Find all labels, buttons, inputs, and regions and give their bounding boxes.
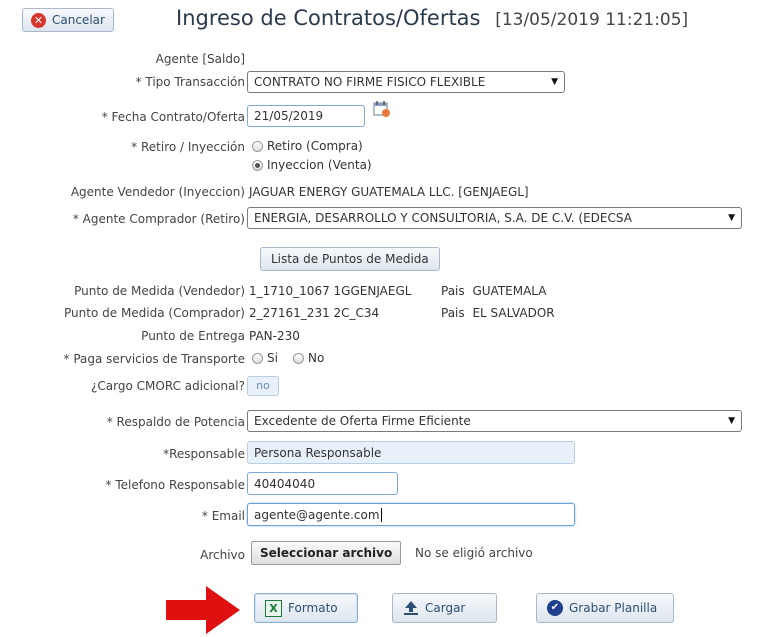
tipo-transaccion-select[interactable]: CONTRATO NO FIRME FISICO FLEXIBLE ▼ bbox=[247, 71, 565, 93]
punto-entrega-value: PAN-230 bbox=[249, 329, 300, 343]
text-cursor bbox=[380, 507, 382, 522]
punto-comprador-value: 2_27161_231 2C_C34 bbox=[249, 306, 380, 320]
cancel-button[interactable]: ✕ Cancelar bbox=[22, 8, 114, 32]
respaldo-select[interactable]: Excedente de Oferta Firme Eficiente ▼ bbox=[247, 410, 742, 432]
pais-comprador: Pais EL SALVADOR bbox=[441, 306, 555, 320]
file-status: No se eligió archivo bbox=[415, 546, 533, 560]
punto-vendedor-value: 1_1710_1067 1GGENJAEGL bbox=[249, 284, 412, 298]
excel-icon: X bbox=[265, 599, 282, 617]
email-input[interactable]: agente@agente.com bbox=[247, 503, 575, 526]
responsable-label: *Responsable bbox=[163, 447, 245, 461]
agente-saldo-label: Agente [Saldo] bbox=[155, 52, 245, 66]
radio-retiro[interactable]: Retiro (Compra) bbox=[252, 139, 363, 153]
cancel-icon: ✕ bbox=[31, 12, 46, 28]
cancel-label: Cancelar bbox=[52, 13, 105, 27]
check-circle-icon: ✔ bbox=[547, 600, 563, 616]
retiro-inyeccion-label: * Retiro / Inyección bbox=[131, 140, 245, 154]
email-label: * Email bbox=[201, 509, 245, 523]
chevron-down-icon: ▼ bbox=[728, 416, 735, 426]
file-select-button[interactable]: Seleccionar archivo bbox=[251, 541, 402, 565]
calendar-icon[interactable] bbox=[373, 100, 391, 118]
responsable-input[interactable]: Persona Responsable bbox=[247, 441, 575, 464]
radio-icon bbox=[293, 353, 304, 364]
red-arrow-icon bbox=[164, 586, 242, 634]
chevron-down-icon: ▼ bbox=[551, 77, 558, 87]
radio-transporte-no[interactable]: No bbox=[293, 351, 324, 365]
telefono-input[interactable]: 40404040 bbox=[247, 472, 398, 495]
punto-entrega-label: Punto de Entrega bbox=[141, 329, 245, 343]
chevron-down-icon: ▼ bbox=[728, 213, 735, 223]
pais-vendedor: Pais GUATEMALA bbox=[441, 284, 547, 298]
radio-checked-icon bbox=[252, 160, 263, 171]
lista-puntos-button[interactable]: Lista de Puntos de Medida bbox=[260, 247, 440, 271]
radio-transporte-si[interactable]: Si bbox=[252, 351, 278, 365]
cargo-cmorc-toggle[interactable]: no bbox=[247, 376, 279, 396]
radio-inyeccion[interactable]: Inyeccion (Venta) bbox=[252, 158, 372, 172]
fecha-label: * Fecha Contrato/Oferta bbox=[101, 110, 245, 124]
page-title: Ingreso de Contratos/Ofertas [13/05/2019… bbox=[176, 6, 689, 30]
upload-icon bbox=[403, 600, 419, 616]
fecha-input[interactable]: 21/05/2019 bbox=[247, 105, 365, 127]
cargo-cmorc-label: ¿Cargo CMORC adicional? bbox=[91, 379, 245, 393]
agente-vendedor-value: JAGUAR ENERGY GUATEMALA LLC. [GENJAEGL] bbox=[249, 185, 529, 199]
timestamp: [13/05/2019 11:21:05] bbox=[495, 10, 689, 30]
punto-comprador-label: Punto de Medida (Comprador) bbox=[64, 306, 245, 320]
tipo-transaccion-label: * Tipo Transacción bbox=[135, 75, 245, 89]
paga-transporte-label: * Paga servicios de Transporte bbox=[63, 352, 246, 366]
telefono-label: * Telefono Responsable bbox=[105, 478, 245, 492]
respaldo-label: * Respaldo de Potencia bbox=[106, 415, 245, 429]
formato-button[interactable]: X Formato bbox=[254, 593, 358, 623]
punto-vendedor-label: Punto de Medida (Vendedor) bbox=[74, 284, 245, 298]
archivo-label: Archivo bbox=[200, 548, 245, 562]
cargar-button[interactable]: Cargar bbox=[392, 593, 497, 623]
agente-vendedor-label: Agente Vendedor (Inyeccion) bbox=[70, 185, 245, 199]
agente-comprador-label: * Agente Comprador (Retiro) bbox=[72, 212, 245, 226]
radio-icon bbox=[252, 353, 263, 364]
radio-icon bbox=[252, 141, 263, 152]
grabar-planilla-button[interactable]: ✔ Grabar Planilla bbox=[536, 593, 674, 623]
agente-comprador-select[interactable]: ENERGIA, DESARROLLO Y CONSULTORIA, S.A. … bbox=[247, 207, 742, 229]
